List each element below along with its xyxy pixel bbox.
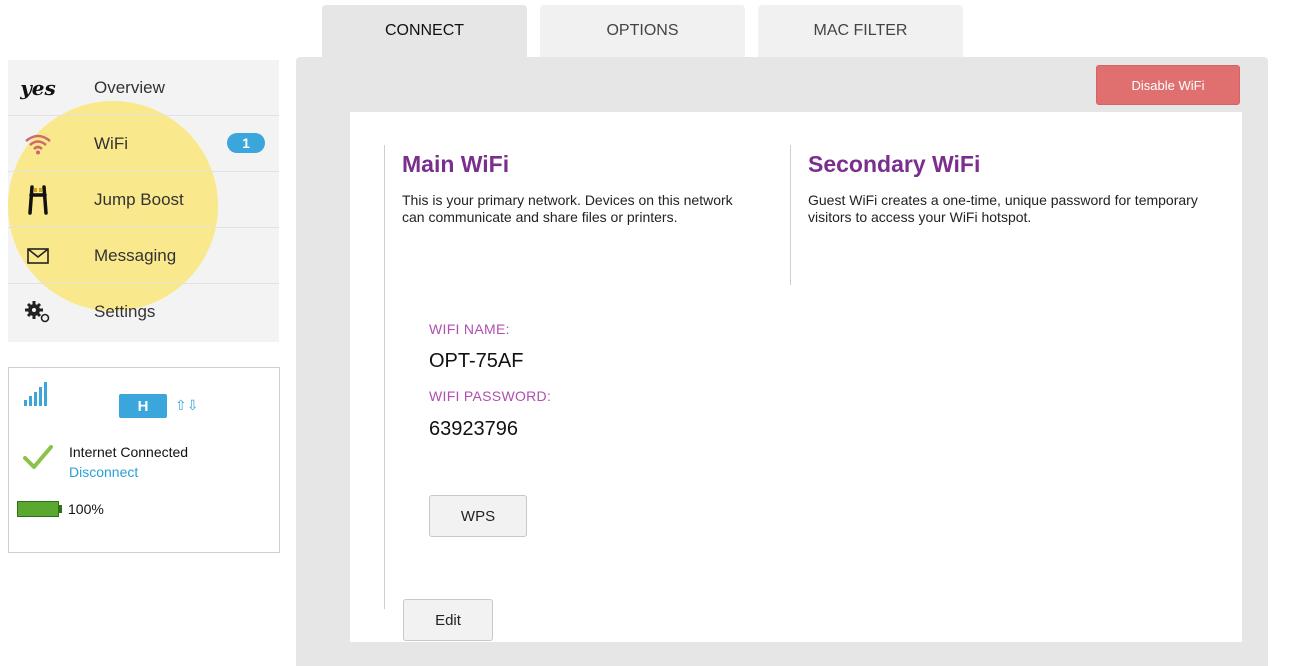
sidebar-item-jump-boost[interactable]: Jump Boost <box>8 172 279 228</box>
wifi-content-card: Main WiFi This is your primary network. … <box>350 112 1242 642</box>
envelope-icon <box>20 240 56 272</box>
tab-options[interactable]: OPTIONS <box>540 5 745 57</box>
sidebar-nav: yes Overview WiFi 1 Jump Boost Messaging… <box>8 60 279 342</box>
disconnect-link[interactable]: Disconnect <box>69 464 138 480</box>
sidebar-item-label: Messaging <box>94 245 177 265</box>
battery-percentage: 100% <box>68 501 104 517</box>
tab-mac-filter-label: MAC FILTER <box>813 22 908 39</box>
sidebar-item-overview[interactable]: yes Overview <box>8 60 279 116</box>
tab-connect-label: CONNECT <box>384 22 465 39</box>
connection-status-text: Internet Connected <box>69 444 189 460</box>
secondary-wifi-description: Guest WiFi creates a one-time, unique pa… <box>808 192 1198 225</box>
sidebar-item-wifi[interactable]: WiFi 1 <box>8 116 279 172</box>
wifi-password-value: 63923796 <box>429 418 518 440</box>
yes-logo-icon: yes <box>20 75 56 100</box>
edit-button[interactable]: Edit <box>403 599 493 641</box>
jump-boost-icon <box>20 184 56 216</box>
sidebar-item-label: WiFi <box>94 133 128 153</box>
wifi-password-label: WIFI PASSWORD: <box>429 388 552 404</box>
secondary-wifi-title: Secondary WiFi <box>808 151 981 177</box>
tab-mac-filter[interactable]: MAC FILTER <box>758 5 963 57</box>
sidebar-item-settings[interactable]: Settings <box>8 284 279 339</box>
wps-button[interactable]: WPS <box>429 495 527 537</box>
tab-options-label: OPTIONS <box>606 22 679 39</box>
wifi-name-value: OPT-75AF <box>429 350 524 372</box>
sidebar-item-messaging[interactable]: Messaging <box>8 228 279 284</box>
signal-strength-icon <box>23 382 49 411</box>
checkmark-icon <box>23 444 53 475</box>
notification-badge: 1 <box>227 133 265 153</box>
main-wifi-title: Main WiFi <box>402 151 510 177</box>
secondary-wifi-section: Secondary WiFi Guest WiFi creates a one-… <box>790 145 1211 285</box>
main-wifi-section: Main WiFi This is your primary network. … <box>384 145 755 641</box>
wifi-name-label: WIFI NAME: <box>429 321 510 337</box>
sidebar-item-label: Overview <box>94 77 165 97</box>
connection-status-panel: H ⇧⇩ Internet Connected Disconnect 100% <box>8 367 280 553</box>
up-down-arrows-icon: ⇧⇩ <box>175 397 199 413</box>
main-wifi-description: This is your primary network. Devices on… <box>402 192 733 225</box>
sidebar-item-label: Settings <box>94 301 156 321</box>
gears-icon <box>20 296 56 328</box>
main-panel: Disable WiFi Main WiFi This is your prim… <box>296 57 1268 666</box>
tab-connect[interactable]: CONNECT <box>322 5 527 57</box>
sidebar-item-label: Jump Boost <box>94 189 184 209</box>
disable-wifi-button[interactable]: Disable WiFi <box>1096 65 1240 105</box>
wifi-icon <box>20 128 56 160</box>
network-type-badge: H <box>119 394 167 418</box>
battery-icon <box>17 501 63 522</box>
